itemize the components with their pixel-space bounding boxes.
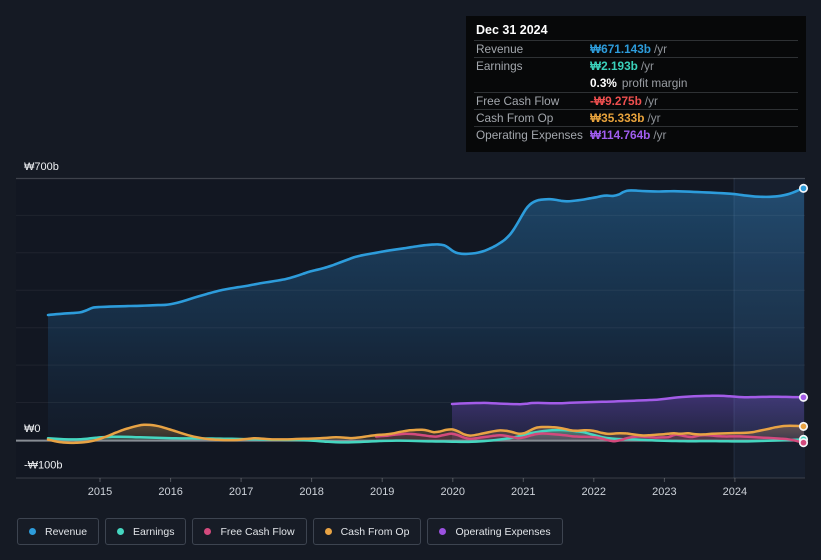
svg-text:₩700b: ₩700b: [24, 161, 59, 173]
svg-text:2017: 2017: [229, 486, 253, 498]
svg-text:2016: 2016: [158, 486, 182, 498]
svg-text:2024: 2024: [723, 486, 747, 498]
svg-text:2019: 2019: [370, 486, 394, 498]
svg-text:-₩100b: -₩100b: [24, 460, 63, 472]
svg-text:2015: 2015: [88, 486, 112, 498]
svg-text:2023: 2023: [652, 486, 676, 498]
svg-text:2018: 2018: [299, 486, 323, 498]
svg-text:2021: 2021: [511, 486, 535, 498]
svg-text:2022: 2022: [582, 486, 606, 498]
svg-text:2020: 2020: [441, 486, 465, 498]
svg-text:₩0: ₩0: [24, 423, 41, 435]
